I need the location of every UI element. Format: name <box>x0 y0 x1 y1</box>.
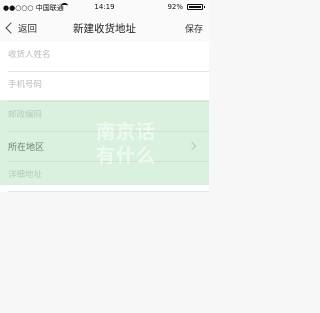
address-row <box>8 162 209 192</box>
postcode-row <box>8 102 209 132</box>
save-button[interactable]: 保存 <box>185 22 203 35</box>
page-title: 新建收货地址 <box>73 23 136 35</box>
navigation-bar: 返回 新建收货地址 保存 <box>0 14 209 43</box>
battery-percent: 92% <box>167 3 183 11</box>
chevron-right-icon <box>187 141 197 151</box>
status-bar: ●●○○○ 中国联通 14:19 92% <box>0 0 209 14</box>
region-selector[interactable]: 所在地区 <box>8 132 209 162</box>
recipient-name-input[interactable] <box>8 50 198 60</box>
battery-icon <box>187 4 205 10</box>
postcode-input[interactable] <box>8 110 198 120</box>
address-form: 所在地区 <box>0 42 209 192</box>
region-label: 所在地区 <box>8 143 45 153</box>
name-row <box>8 42 209 72</box>
detail-address-input[interactable] <box>8 170 198 180</box>
phone-row <box>8 72 209 102</box>
phone-input[interactable] <box>8 80 198 90</box>
